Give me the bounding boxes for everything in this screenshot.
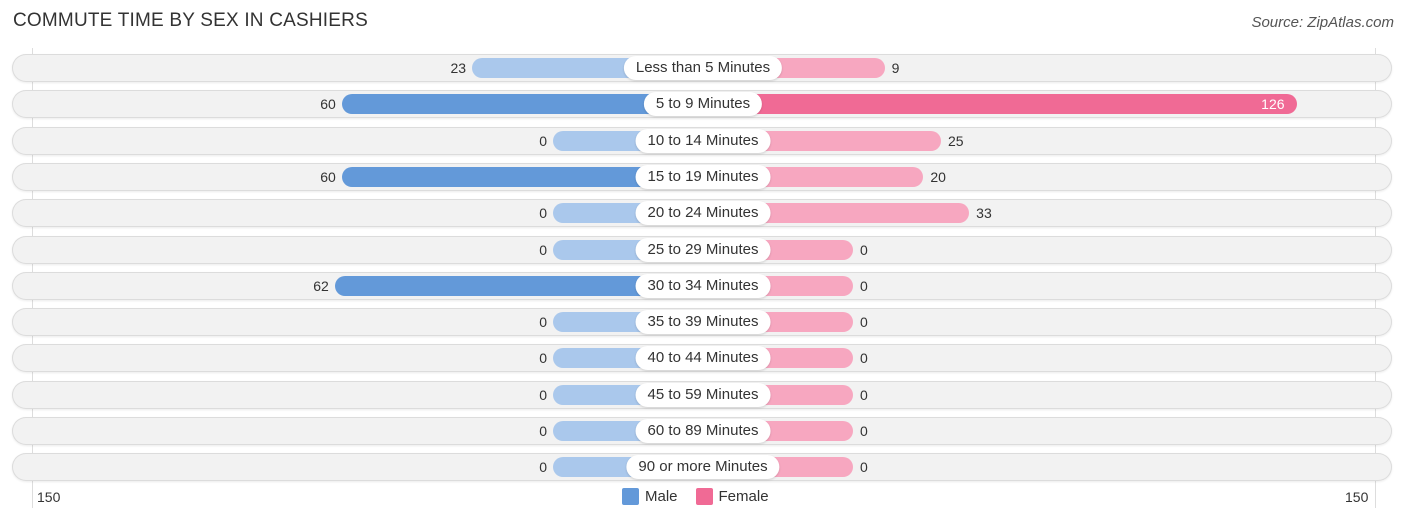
category-label: 40 to 44 Minutes	[635, 346, 771, 371]
value-label-female: 0	[860, 423, 868, 439]
value-label-female: 126	[1261, 96, 1285, 113]
value-label-male: 60	[320, 168, 336, 185]
legend-item-male: Male	[622, 488, 678, 505]
value-label-female: 0	[860, 350, 868, 367]
value-label-male: 0	[539, 386, 547, 403]
value-label-female: 9	[891, 60, 900, 76]
value-label-male: 60	[320, 96, 336, 113]
category-label: 10 to 14 Minutes	[635, 128, 771, 153]
category-label: 20 to 24 Minutes	[635, 201, 771, 226]
value-label-male: 0	[539, 132, 547, 149]
value-label-male: 0	[539, 241, 547, 258]
value-label-male: 0	[539, 205, 547, 222]
value-label-female: 0	[860, 386, 868, 403]
value-label-female: 0	[860, 277, 868, 294]
axis-tick-right: 150	[1345, 489, 1369, 505]
category-label: 45 to 59 Minutes	[635, 382, 771, 407]
value-label-male: 62	[313, 277, 329, 294]
bar-female	[703, 94, 1297, 115]
category-label: Less than 5 Minutes	[623, 56, 783, 80]
value-label-female: 0	[860, 314, 868, 331]
legend-swatch-male	[622, 488, 639, 505]
value-label-female: 25	[948, 132, 964, 149]
category-label: 30 to 34 Minutes	[635, 273, 771, 298]
axis-tick-left: 150	[37, 489, 61, 505]
value-label-male: 23	[450, 60, 467, 76]
value-label-male: 0	[539, 459, 547, 476]
category-label: 25 to 29 Minutes	[635, 237, 771, 262]
source-label: Source: ZipAtlas.com	[1251, 14, 1394, 31]
value-label-male: 0	[539, 350, 547, 367]
legend-item-female: Female	[695, 488, 769, 505]
value-label-female: 33	[976, 205, 992, 222]
legend-label-male: Male	[645, 488, 678, 505]
value-label-female: 0	[860, 241, 868, 258]
value-label-male: 0	[539, 423, 547, 439]
category-label: 35 to 39 Minutes	[635, 310, 771, 335]
category-label: 90 or more Minutes	[626, 455, 780, 480]
value-label-female: 20	[930, 168, 946, 185]
chart-title: COMMUTE TIME BY SEX IN CASHIERS	[13, 10, 368, 31]
category-label: 5 to 9 Minutes	[643, 92, 763, 117]
legend-swatch-female	[695, 488, 713, 505]
legend-label-female: Female	[718, 488, 769, 505]
legend: Male Female	[622, 488, 787, 505]
category-label: 60 to 89 Minutes	[635, 419, 771, 443]
category-label: 15 to 19 Minutes	[635, 164, 771, 189]
value-label-female: 0	[860, 459, 868, 476]
value-label-male: 0	[539, 314, 547, 331]
